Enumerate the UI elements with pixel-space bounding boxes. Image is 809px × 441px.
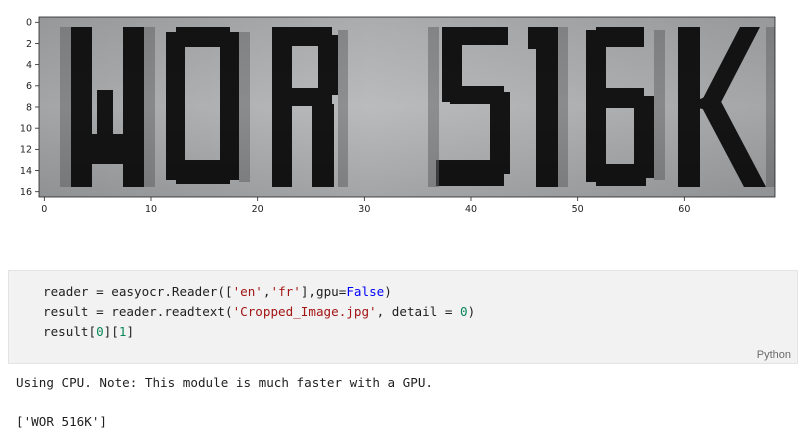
code-token: ][ (103, 324, 119, 339)
y-tick-label: 0 (26, 18, 32, 29)
code-token: reader = easyocr.Reader([ (43, 284, 233, 299)
x-tick-label: 50 (572, 204, 584, 215)
code-line-2: result = reader.readtext('Cropped_Image.… (43, 304, 475, 319)
code-token: , (262, 284, 271, 299)
code-line-3: result[0][1] (43, 324, 134, 339)
code-cell[interactable]: reader = easyocr.Reader(['en','fr'],gpu=… (8, 270, 798, 364)
y-tick-label: 12 (20, 145, 32, 156)
code-keyword: False (346, 284, 385, 299)
code-token: result = reader.readtext( (43, 304, 233, 319)
output-result-line: ['WOR 516K'] (16, 414, 107, 429)
plate-image-plot: 0 10 20 30 40 50 60 0 2 4 6 8 10 12 14 16 (20, 16, 776, 215)
code-token: , detail = (376, 304, 461, 319)
code-line-1: reader = easyocr.Reader(['en','fr'],gpu=… (43, 284, 392, 299)
code-token: result[ (43, 324, 97, 339)
x-tick-label: 30 (358, 204, 370, 215)
code-number: 0 (460, 304, 468, 319)
code-string: 'fr' (270, 284, 301, 299)
y-tick-label: 4 (26, 60, 32, 71)
plate-shading (39, 17, 775, 197)
code-token: ) (384, 284, 392, 299)
x-tick-label: 10 (145, 204, 157, 215)
code-editor[interactable]: reader = easyocr.Reader(['en','fr'],gpu=… (43, 282, 475, 342)
code-token: ] (126, 324, 135, 339)
code-number: 0 (96, 324, 104, 339)
y-tick-label: 16 (20, 187, 32, 198)
x-tick-label: 60 (678, 204, 690, 215)
notebook-page: 0 10 20 30 40 50 60 0 2 4 6 8 10 12 14 16 reader = easy… (0, 0, 809, 441)
y-tick-label: 8 (26, 102, 32, 113)
x-tick-label: 0 (41, 204, 47, 215)
y-tick-label: 10 (20, 123, 32, 134)
code-string: 'en' (232, 284, 263, 299)
y-tick-label: 14 (20, 166, 32, 177)
output-stderr-line: Using CPU. Note: This module is much fas… (16, 375, 434, 390)
x-tick-label: 20 (252, 204, 264, 215)
y-tick-label: 6 (26, 81, 32, 92)
cell-language-label[interactable]: Python (757, 349, 791, 361)
code-string: 'Cropped_Image.jpg' (232, 304, 377, 319)
code-token: ],gpu= (300, 284, 347, 299)
x-tick-label: 40 (465, 204, 477, 215)
plate-image-figure: 0 10 20 30 40 50 60 0 2 4 6 8 10 12 14 16 (0, 0, 809, 222)
code-token: ) (467, 304, 476, 319)
y-tick-label: 2 (26, 39, 32, 50)
